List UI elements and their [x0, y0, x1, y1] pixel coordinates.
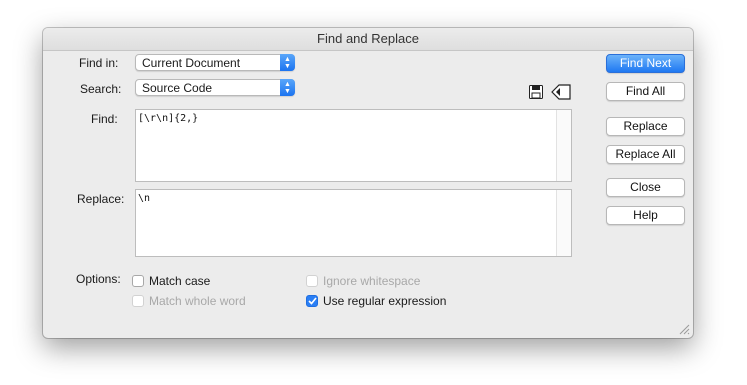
replace-text: \n — [138, 193, 151, 204]
checkbox-box — [132, 275, 144, 287]
ignore-whitespace-label: Ignore whitespace — [323, 274, 421, 288]
checkmark-icon — [306, 295, 318, 307]
find-in-label: Find in: — [79, 56, 119, 70]
find-textarea[interactable]: [\r\n]{2,} — [135, 109, 572, 182]
replace-scrollbar[interactable] — [556, 190, 571, 256]
replace-button[interactable]: Replace — [606, 117, 685, 136]
find-scrollbar[interactable] — [556, 110, 571, 181]
replace-all-button[interactable]: Replace All — [606, 145, 685, 164]
use-regex-label: Use regular expression — [323, 294, 447, 308]
use-regex-checkbox[interactable]: Use regular expression — [306, 294, 446, 308]
close-button[interactable]: Close — [606, 178, 685, 197]
match-whole-word-checkbox[interactable]: Match whole word — [132, 294, 246, 308]
find-text: [\r\n]{2,} — [138, 113, 199, 124]
checkbox-box — [306, 275, 318, 287]
help-button[interactable]: Help — [606, 206, 685, 225]
save-icon[interactable] — [529, 85, 543, 99]
search-select[interactable]: Source Code ▲ ▼ — [135, 79, 295, 96]
resize-grip-icon[interactable] — [679, 324, 690, 335]
replace-textarea[interactable]: \n — [135, 189, 572, 257]
find-in-select[interactable]: Current Document ▲ ▼ — [135, 54, 295, 71]
select-arrows-icon: ▲ ▼ — [280, 79, 295, 96]
load-query-icon[interactable] — [550, 83, 572, 101]
search-value: Source Code — [142, 81, 213, 95]
find-replace-dialog: Find and Replace Find in: Current Docume… — [43, 28, 693, 338]
replace-label: Replace: — [77, 192, 125, 206]
find-next-button[interactable]: Find Next — [606, 54, 685, 73]
find-label: Find: — [91, 112, 118, 126]
match-case-label: Match case — [149, 274, 211, 288]
checkbox-box — [132, 295, 144, 307]
find-all-button[interactable]: Find All — [606, 82, 685, 101]
options-label: Options: — [76, 272, 121, 286]
select-arrows-icon: ▲ ▼ — [280, 54, 295, 71]
search-label: Search: — [80, 82, 122, 96]
match-whole-word-label: Match whole word — [149, 294, 246, 308]
match-case-checkbox[interactable]: Match case — [132, 274, 210, 288]
find-in-value: Current Document — [142, 56, 241, 70]
ignore-whitespace-checkbox[interactable]: Ignore whitespace — [306, 274, 420, 288]
window-title: Find and Replace — [43, 28, 693, 51]
